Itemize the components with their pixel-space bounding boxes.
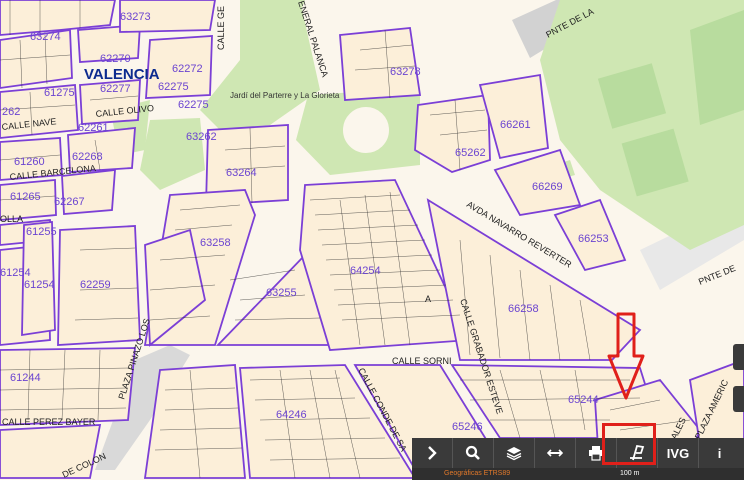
ivg-button[interactable]: IVG: [658, 438, 699, 468]
street-label: OLLA: [0, 214, 23, 224]
parcel-label: 61244: [10, 372, 41, 384]
parcel-label: 62272: [172, 63, 203, 75]
print-button[interactable]: [576, 438, 617, 468]
reference-button[interactable]: [617, 438, 658, 468]
parcel-label: 66269: [532, 181, 563, 193]
parcel-label: 62261: [78, 122, 109, 134]
map-status-bar: Geográficas ETRS89 100 m: [412, 468, 744, 480]
parcel-label: 64246: [276, 409, 307, 421]
scale-label: 100 m: [620, 470, 640, 477]
parcel-label: 61255: [26, 226, 57, 238]
city-label: VALENCIA: [84, 66, 160, 83]
side-control-upper[interactable]: [733, 344, 744, 370]
parcel-label: 65262: [455, 147, 486, 159]
reference-icon: [630, 444, 645, 461]
parcel-label: 61254: [0, 267, 31, 279]
search-icon: [465, 445, 480, 460]
parcel-label: 63262: [186, 131, 217, 143]
street-label: CALLE GE: [216, 6, 226, 50]
parcel-label: 62259: [80, 279, 111, 291]
expand-button[interactable]: [412, 438, 453, 468]
street-label: A: [425, 294, 431, 304]
coordinate-system-label: Geográficas ETRS89: [444, 470, 511, 477]
print-icon: [589, 446, 603, 461]
parcel-label: 64254: [350, 265, 381, 277]
parcel-label: 63278: [390, 66, 421, 78]
parcel-label: 63274: [30, 31, 61, 43]
parcel-label: 61260: [14, 156, 45, 168]
measure-button[interactable]: [535, 438, 576, 468]
parcel-label: 62268: [72, 151, 103, 163]
map-toolbar: IVG i: [412, 438, 744, 468]
parcel-label: 262: [2, 106, 20, 118]
park-label: Jardí del Parterre y La Glorieta: [230, 91, 340, 100]
parcel-label: 63258: [200, 237, 231, 249]
layers-icon: [506, 447, 522, 461]
measure-icon: [547, 449, 563, 457]
parcel-label: 62270: [100, 53, 131, 65]
ivg-label: IVG: [666, 445, 690, 461]
chevron-right-icon: [428, 446, 437, 460]
parcel-label: 61265: [10, 191, 41, 203]
parcel-label: 62267: [54, 196, 85, 208]
parcel-label: 62275: [178, 99, 209, 111]
parcel-label: 63255: [266, 287, 297, 299]
street-label: CALLE SORNI: [392, 356, 452, 366]
parcel-label: 66261: [500, 119, 531, 131]
info-button[interactable]: i: [699, 438, 740, 468]
search-button[interactable]: [453, 438, 494, 468]
parcel-label: 65246: [452, 421, 483, 433]
parcel-label: 63273: [120, 11, 151, 23]
layers-button[interactable]: [494, 438, 535, 468]
parcel-label: 62275: [158, 81, 189, 93]
street-label: CALLE PEREZ BAYER: [2, 417, 96, 427]
parcel-label: 61275: [44, 87, 75, 99]
info-icon: i: [717, 445, 722, 461]
parcel-label: 61254: [24, 279, 55, 291]
parcel-label: 66253: [578, 233, 609, 245]
parcel-label: 63264: [226, 167, 257, 179]
side-control-lower[interactable]: [733, 386, 744, 412]
parcel-label: 62277: [100, 83, 131, 95]
parcel-label: 65244: [568, 394, 599, 406]
cadastral-map[interactable]: 63274 62270 62272 62275 62277 62275 6127…: [0, 0, 744, 480]
parcel-label: 66258: [508, 303, 539, 315]
